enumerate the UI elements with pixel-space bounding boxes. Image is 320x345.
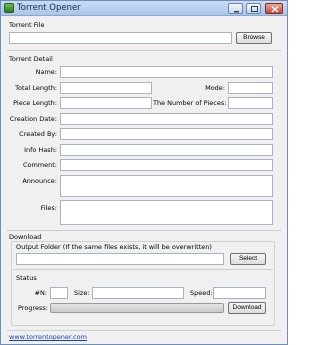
maximize-icon [251, 6, 258, 12]
files-label: Files: [40, 204, 57, 212]
browse-button[interactable]: Browse [236, 32, 272, 44]
progress-label: Progress: [18, 304, 48, 312]
close-button[interactable] [265, 3, 283, 14]
total-length-field[interactable] [60, 82, 152, 94]
announce-label: Announce: [22, 177, 57, 185]
created-by-label: Created By: [19, 130, 57, 138]
torrent-file-section-label: Torrent File [9, 21, 45, 29]
name-field[interactable] [60, 66, 273, 78]
torrent-detail-section-label: Torrent Detail [9, 55, 53, 63]
files-field[interactable] [60, 200, 273, 225]
mode-label: Mode: [205, 84, 225, 92]
torrent-file-path-input[interactable] [9, 32, 232, 44]
maximize-button[interactable] [246, 3, 261, 14]
app-logo-icon [4, 3, 14, 13]
speed-label: Speed: [190, 289, 213, 297]
announce-field[interactable] [60, 175, 273, 197]
minimize-button[interactable] [228, 3, 243, 14]
separator [7, 50, 281, 51]
created-by-field[interactable] [60, 128, 273, 140]
piece-length-field[interactable] [60, 97, 152, 109]
title-bar[interactable]: Torrent Opener [1, 1, 287, 16]
creation-date-label: Creation Date: [9, 115, 57, 123]
number-of-pieces-label: The Number of Pieces: [153, 99, 227, 107]
minimize-icon [234, 11, 239, 13]
piece-number-label: #N: [34, 289, 48, 297]
number-of-pieces-field[interactable] [228, 97, 273, 109]
piece-number-field[interactable] [50, 287, 68, 299]
download-progress-bar [50, 303, 224, 313]
select-folder-button[interactable]: Select [230, 253, 266, 265]
comment-label: Comment: [22, 161, 57, 169]
creation-date-field[interactable] [60, 113, 273, 125]
comment-field[interactable] [60, 159, 273, 171]
size-field[interactable] [92, 287, 184, 299]
app-window: Torrent Opener Torrent File Browse Torre… [0, 0, 288, 345]
close-icon [271, 5, 279, 13]
speed-field[interactable] [213, 287, 266, 299]
output-folder-input[interactable] [16, 253, 224, 265]
download-button[interactable]: Download [228, 302, 266, 314]
mode-field[interactable] [228, 82, 273, 94]
name-label: Name: [35, 68, 57, 76]
separator [7, 230, 281, 231]
separator [13, 269, 273, 270]
website-link[interactable]: www.torrentopener.com [9, 333, 87, 342]
output-folder-label: Output Folder (If the same files exists,… [16, 243, 212, 251]
total-length-label: Total Length: [15, 84, 57, 92]
size-label: Size: [74, 289, 90, 297]
info-hash-label: Info Hash: [24, 146, 57, 154]
window-title: Torrent Opener [17, 3, 81, 13]
piece-length-label: Piece Length: [13, 99, 57, 107]
info-hash-field[interactable] [60, 144, 273, 156]
status-label: Status [16, 274, 37, 282]
separator [7, 330, 281, 331]
